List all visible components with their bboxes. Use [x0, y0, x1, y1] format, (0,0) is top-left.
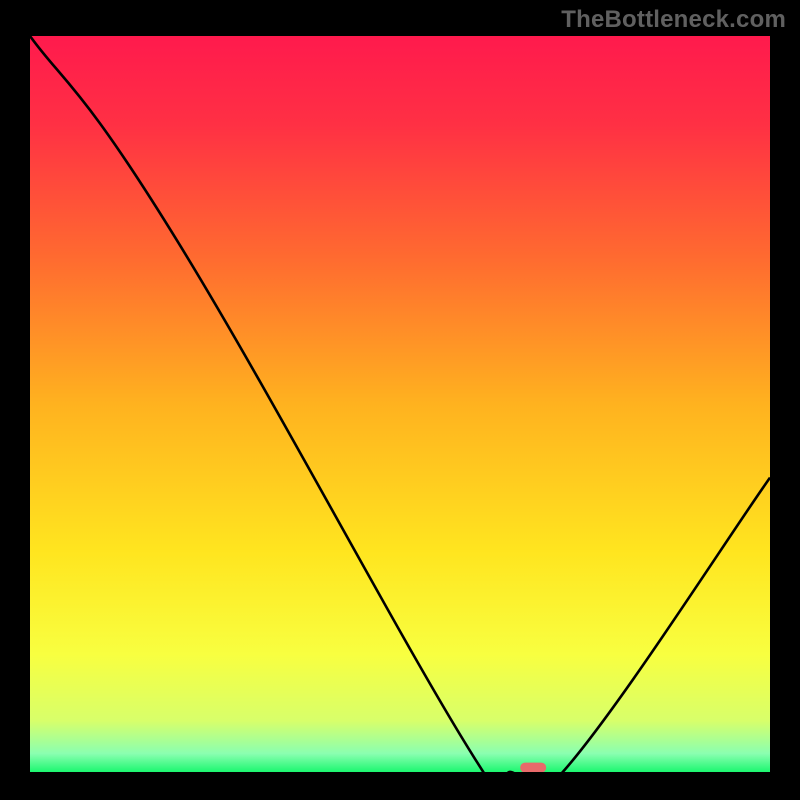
optimal-marker [520, 763, 546, 772]
chart-container: TheBottleneck.com [0, 0, 800, 800]
chart-background [30, 36, 770, 772]
watermark-text: TheBottleneck.com [561, 6, 786, 34]
plot-area [30, 36, 770, 772]
chart-svg [30, 36, 770, 772]
